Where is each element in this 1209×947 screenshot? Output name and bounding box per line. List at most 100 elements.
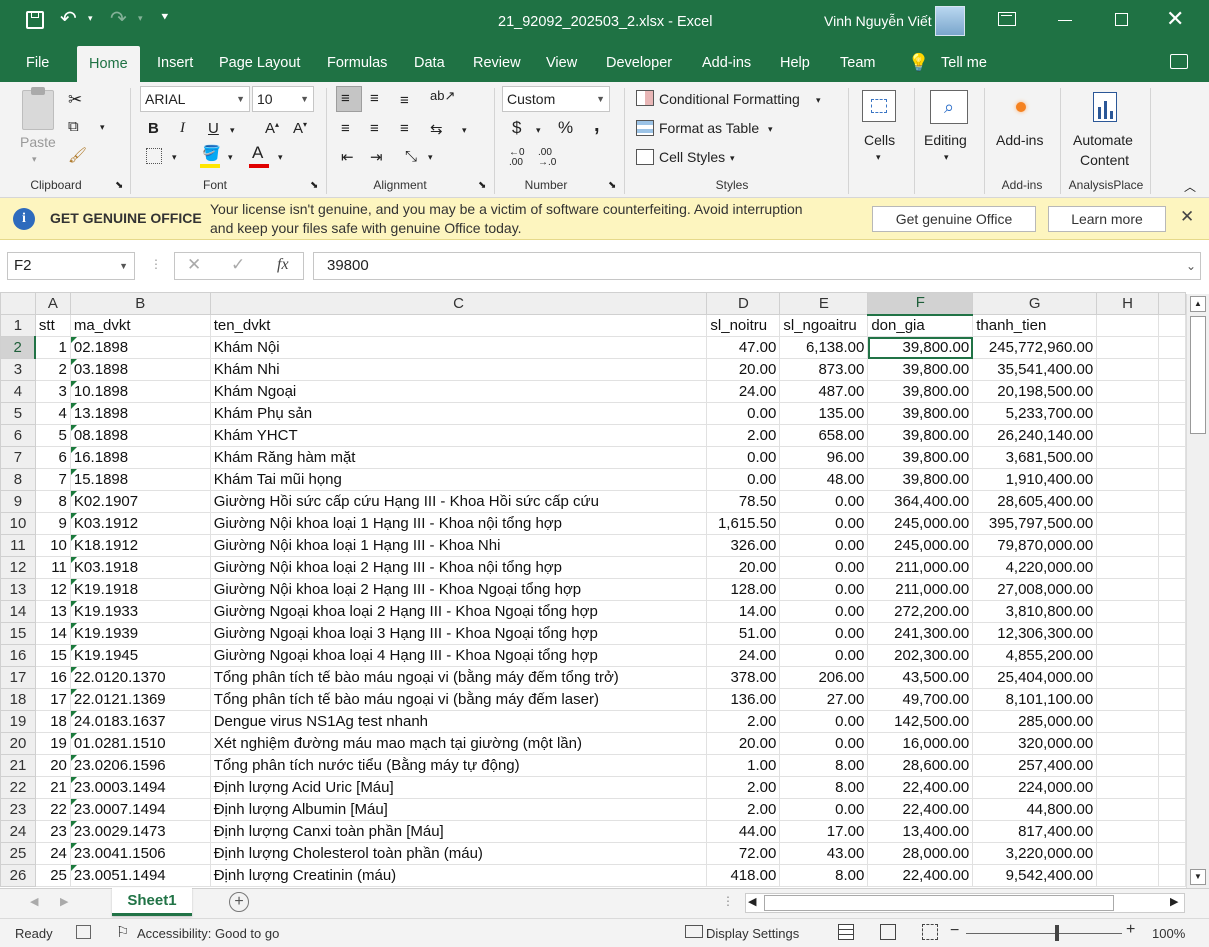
cell-c6[interactable]: Khám YHCT [209,424,708,447]
normal-view-icon[interactable] [838,924,854,940]
cell-d16[interactable]: 24.00 [706,644,781,667]
cell-c4[interactable]: Khám Ngoại [209,380,708,403]
cell-a13[interactable]: 12 [34,578,71,601]
undo-dropdown-icon[interactable]: ▾ [88,13,93,24]
cell-f17[interactable]: 43,500.00 [867,666,974,689]
redo-dropdown-icon[interactable]: ▾ [138,13,143,24]
user-name[interactable]: Vinh Nguyễn Viết [824,13,932,29]
cell-c19[interactable]: Dengue virus NS1Ag test nhanh [209,710,708,733]
decrease-indent-icon[interactable]: ⇤ [341,148,354,166]
orientation-icon[interactable]: ab↗ [430,88,455,104]
add-ins-icon[interactable] [1016,102,1026,112]
cells-icon[interactable] [862,90,896,122]
cell-h24[interactable] [1096,820,1159,843]
cell-g6[interactable]: 26,240,140.00 [972,424,1098,447]
font-launcher-icon[interactable]: ⬊ [310,180,318,191]
number-launcher-icon[interactable]: ⬊ [608,180,616,191]
cell-c13[interactable]: Giường Nội khoa loại 2 Hạng III - Khoa N… [209,578,708,601]
row-header[interactable]: 8 [0,468,36,491]
cell-e13[interactable]: 0.00 [779,578,869,601]
cell-i13[interactable] [1158,578,1186,601]
cell-d4[interactable]: 24.00 [706,380,781,403]
cell-e19[interactable]: 0.00 [779,710,869,733]
cell-c14[interactable]: Giường Ngoại khoa loại 2 Hạng III - Khoa… [209,600,708,623]
customize-qat-icon[interactable]: ⯆ [160,10,170,25]
row-header[interactable]: 13 [0,578,36,601]
scroll-right-icon[interactable]: ▶ [1170,895,1178,908]
cell-g22[interactable]: 224,000.00 [972,776,1098,799]
cell-d6[interactable]: 2.00 [706,424,781,447]
cell-h22[interactable] [1096,776,1159,799]
row-header[interactable]: 3 [0,358,36,381]
cell-f21[interactable]: 28,600.00 [867,754,974,777]
cell-g18[interactable]: 8,101,100.00 [972,688,1098,711]
text-direction-dropdown-icon[interactable]: ▾ [428,152,433,163]
formula-input[interactable]: 39800 ⌄ [313,252,1201,280]
cell-d21[interactable]: 1.00 [706,754,781,777]
accessibility-status[interactable]: Accessibility: Good to go [137,926,279,941]
column-header-d[interactable]: D [706,292,781,315]
column-header-f[interactable]: F [867,292,974,316]
cell-c10[interactable]: Giường Nội khoa loại 1 Hạng III - Khoa n… [209,512,708,535]
cell-h4[interactable] [1096,380,1159,403]
fill-color-icon[interactable]: 🪣 [202,144,221,162]
cell-h11[interactable] [1096,534,1159,557]
column-header-a[interactable]: A [34,292,71,315]
cell-c21[interactable]: Tổng phân tích nước tiểu (Bằng máy tự độ… [209,754,708,777]
cell-e14[interactable]: 0.00 [779,600,869,623]
cell-g11[interactable]: 79,870,000.00 [972,534,1098,557]
cell-g8[interactable]: 1,910,400.00 [972,468,1098,491]
paste-dropdown-icon[interactable]: ▾ [32,154,37,165]
cell-d17[interactable]: 378.00 [706,666,781,689]
cell-b17[interactable]: 22.0120.1370 [69,666,211,689]
automate-content-line1[interactable]: Automate [1073,132,1133,148]
redo-icon[interactable]: ↷ [110,6,127,31]
cell-e5[interactable]: 135.00 [779,402,869,425]
cell-b1[interactable]: ma_dvkt [69,314,211,337]
cell-f14[interactable]: 272,200.00 [867,600,974,623]
cell-h18[interactable] [1096,688,1159,711]
cell-c8[interactable]: Khám Tai mũi họng [209,468,708,491]
cell-c7[interactable]: Khám Răng hàm mặt [209,446,708,469]
align-center-icon[interactable]: ≡ [370,120,379,137]
cell-a19[interactable]: 18 [34,710,71,733]
cell-a26[interactable]: 25 [34,864,71,887]
tab-file[interactable]: File [26,53,49,73]
cell-h23[interactable] [1096,798,1159,821]
cell-g4[interactable]: 20,198,500.00 [972,380,1098,403]
currency-icon[interactable]: $ [512,118,521,138]
cell-d24[interactable]: 44.00 [706,820,781,843]
cell-a22[interactable]: 21 [34,776,71,799]
cell-a9[interactable]: 8 [34,490,71,513]
cell-f15[interactable]: 241,300.00 [867,622,974,645]
cell-f12[interactable]: 211,000.00 [867,556,974,579]
copy-icon[interactable]: ⧉ [68,118,79,135]
cell-d25[interactable]: 72.00 [706,842,781,865]
cell-d20[interactable]: 20.00 [706,732,781,755]
row-header[interactable]: 17 [0,666,36,689]
cell-i25[interactable] [1158,842,1186,865]
cancel-icon[interactable]: ✕ [187,255,201,275]
cell-b6[interactable]: 08.1898 [69,424,211,447]
cell-a14[interactable]: 13 [34,600,71,623]
cell-a15[interactable]: 14 [34,622,71,645]
cell-c26[interactable]: Định lượng Creatinin (máu) [209,864,708,887]
cell-g17[interactable]: 25,404,000.00 [972,666,1098,689]
cell-g14[interactable]: 3,810,800.00 [972,600,1098,623]
cell-h6[interactable] [1096,424,1159,447]
font-size-combo[interactable]: 10 ▼ [252,86,314,112]
cell-h26[interactable] [1096,864,1159,887]
cell-f16[interactable]: 202,300.00 [867,644,974,667]
alignment-launcher-icon[interactable]: ⬊ [478,180,486,191]
cell-h16[interactable] [1096,644,1159,667]
accessibility-icon[interactable]: ⚐ [116,923,129,941]
cell-c22[interactable]: Định lượng Acid Uric [Máu] [209,776,708,799]
cell-e18[interactable]: 27.00 [779,688,869,711]
cell-h10[interactable] [1096,512,1159,535]
cell-h20[interactable] [1096,732,1159,755]
cell-d2[interactable]: 47.00 [706,336,781,359]
cell-d10[interactable]: 1,615.50 [706,512,781,535]
cell-b14[interactable]: K19.1933 [69,600,211,623]
cell-d9[interactable]: 78.50 [706,490,781,513]
ribbon-display-icon[interactable] [998,12,1016,26]
